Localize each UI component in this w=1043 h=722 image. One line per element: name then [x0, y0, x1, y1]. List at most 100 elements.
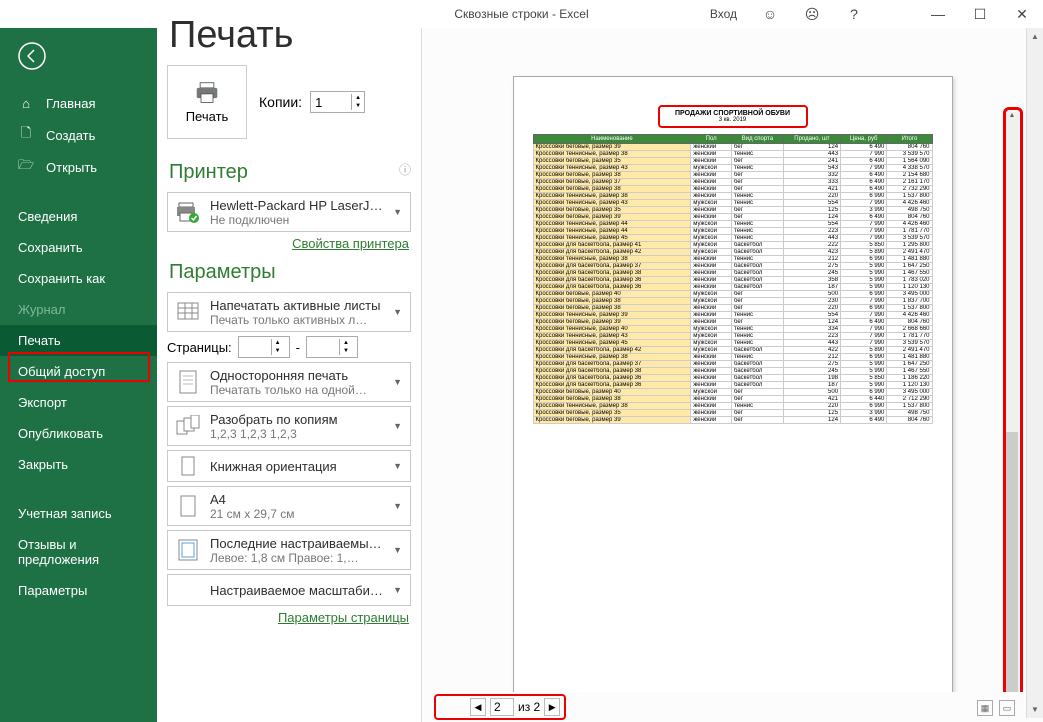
face-smile-icon[interactable]: ☺	[749, 0, 791, 28]
table-row: Кроссовки теннисные, размер 39женскийтен…	[533, 312, 932, 319]
table-row: Кроссовки беговые, размер 35женскийбег12…	[533, 410, 932, 417]
page-from-input[interactable]	[239, 338, 271, 357]
sides-dropdown[interactable]: Односторонняя печатьПечатать только на о…	[167, 362, 411, 402]
spin-down-icon[interactable]: ▼	[352, 102, 364, 110]
sidebar-export[interactable]: Экспорт	[0, 387, 157, 418]
table-row: Кроссовки беговые, размер 40мужскойбег50…	[533, 291, 932, 298]
table-row: Кроссовки теннисные, размер 38женскийтен…	[533, 354, 932, 361]
table-row: Кроссовки беговые, размер 35женскийбег24…	[533, 158, 932, 165]
copies-label: Копии:	[259, 94, 302, 110]
pages-label: Страницы:	[167, 340, 232, 355]
table-row: Кроссовки теннисные, размер 45мужскойтен…	[533, 340, 932, 347]
close-button[interactable]: ✕	[1001, 0, 1043, 28]
table-row: Кроссовки беговые, размер 38женскийбег42…	[533, 186, 932, 193]
table-row: Кроссовки теннисные, размер 38женскийтен…	[533, 256, 932, 263]
page-to-input[interactable]	[307, 338, 339, 357]
margins-dropdown[interactable]: Последние настраиваемы…Левое: 1,8 см Пра…	[167, 530, 411, 570]
sidebar-account[interactable]: Учетная запись	[0, 498, 157, 529]
sidebar-new[interactable]: 🗋Создать	[0, 119, 157, 151]
scroll-thumb[interactable]	[1006, 432, 1018, 692]
table-row: Кроссовки для баскетбола, размер 36женск…	[533, 277, 932, 284]
table-row: Кроссовки для баскетбола, размер 38женск…	[533, 368, 932, 375]
page-from-spinner[interactable]: ▲▼	[238, 336, 290, 358]
sidebar-feedback[interactable]: Отзывы и предложения	[0, 529, 157, 575]
table-row: Кроссовки беговые, размер 39женскийбег12…	[533, 319, 932, 326]
orientation-dropdown[interactable]: Книжная ориентация ▼	[167, 450, 411, 482]
page-setup-link[interactable]: Параметры страницы	[167, 610, 409, 625]
collate-dropdown[interactable]: Разобрать по копиям1,2,3 1,2,3 1,2,3 ▼	[167, 406, 411, 446]
printer-section-title: Принтер	[169, 161, 411, 184]
sidebar-save[interactable]: Сохранить	[0, 232, 157, 263]
print-button[interactable]: Печать	[167, 65, 247, 139]
doc-title-box: ПРОДАЖИ СПОРТИВНОЙ ОБУВИ 3 кв. 2019	[658, 105, 808, 128]
spin-up-icon[interactable]: ▲	[352, 94, 364, 102]
print-preview-pane: ПРОДАЖИ СПОРТИВНОЙ ОБУВИ 3 кв. 2019 Наим…	[421, 28, 1043, 722]
table-row: Кроссовки теннисные, размер 38женскийтен…	[533, 403, 932, 410]
preview-footer: ◀ из 2 ▶ ▦ ▭	[422, 692, 1043, 722]
next-page-button[interactable]: ▶	[544, 698, 560, 716]
info-icon[interactable]: ⓘ	[399, 161, 411, 178]
table-row: Кроссовки теннисные, размер 43мужскойтен…	[533, 333, 932, 340]
preview-table: НаименованиеПолВид спортаПродано, штЦена…	[533, 134, 933, 424]
scroll-up-icon[interactable]: ▲	[1005, 112, 1019, 126]
open-icon: 🗁	[18, 159, 34, 175]
table-row: Кроссовки для баскетбола, размер 38женск…	[533, 270, 932, 277]
sidebar-saveas[interactable]: Сохранить как	[0, 263, 157, 294]
scroll-down-icon[interactable]: ▼	[1027, 701, 1043, 718]
highlight-page-nav: ◀ из 2 ▶	[434, 694, 566, 720]
copies-spinner[interactable]: ▲▼	[310, 91, 365, 113]
titlebar: Сквозные строки - Excel Вход ☺ ☹ ? — ☐ ✕	[0, 0, 1043, 28]
print-settings-panel: Печать Печать Копии: ▲▼ ⓘПринтер Hewlett	[157, 28, 421, 722]
active-sheets-dropdown[interactable]: Напечатать активные листыПечать только а…	[167, 292, 411, 332]
zoom-to-page-button[interactable]: ▭	[999, 700, 1015, 716]
table-row: Кроссовки теннисные, размер 45мужскойтен…	[533, 235, 932, 242]
show-margins-button[interactable]: ▦	[977, 700, 993, 716]
chevron-down-icon: ▼	[391, 545, 404, 555]
table-row: Кроссовки для баскетбола, размер 41мужск…	[533, 242, 932, 249]
prev-page-button[interactable]: ◀	[470, 698, 486, 716]
preview-scrollbar[interactable]: ▲ ▼	[1005, 112, 1019, 692]
table-row: Кроссовки теннисные, размер 38женскийтен…	[533, 151, 932, 158]
sidebar-open[interactable]: 🗁Открыть	[0, 151, 157, 183]
face-sad-icon[interactable]: ☹	[791, 0, 833, 28]
scroll-up-icon[interactable]: ▲	[1027, 28, 1043, 45]
sidebar-share[interactable]: Общий доступ	[0, 356, 157, 387]
printer-status-icon	[174, 200, 202, 224]
new-icon: 🗋	[18, 127, 34, 143]
table-row: Кроссовки беговые, размер 39женскийбег12…	[533, 144, 932, 151]
table-row: Кроссовки беговые, размер 39женскийбег12…	[533, 214, 932, 221]
window-scrollbar[interactable]: ▲ ▼	[1026, 28, 1043, 718]
table-row: Кроссовки беговые, размер 38женскийбег42…	[533, 396, 932, 403]
sidebar-info[interactable]: Сведения	[0, 201, 157, 232]
spacer	[875, 0, 917, 28]
login-link[interactable]: Вход	[698, 7, 749, 21]
minimize-button[interactable]: —	[917, 0, 959, 28]
page-of-label: из 2	[518, 700, 540, 714]
sidebar-publish[interactable]: Опубликовать	[0, 418, 157, 449]
table-row: Кроссовки теннисные, размер 43мужскойтен…	[533, 200, 932, 207]
table-row: Кроссовки теннисные, размер 44мужскойтен…	[533, 228, 932, 235]
sidebar-home[interactable]: ⌂Главная	[0, 87, 157, 119]
table-row: Кроссовки беговые, размер 40мужскойбег50…	[533, 389, 932, 396]
table-row: Кроссовки теннисные, размер 43мужскойтен…	[533, 165, 932, 172]
table-row: Кроссовки для баскетбола, размер 37женск…	[533, 263, 932, 270]
copies-input[interactable]	[311, 93, 351, 112]
printer-dropdown[interactable]: Hewlett-Packard HP LaserJe…Не подключен …	[167, 192, 411, 232]
chevron-down-icon: ▼	[391, 461, 404, 471]
sidebar-close[interactable]: Закрыть	[0, 449, 157, 480]
back-button[interactable]	[0, 38, 157, 87]
sidebar-print[interactable]: Печать	[0, 325, 157, 356]
maximize-button[interactable]: ☐	[959, 0, 1001, 28]
current-page-input[interactable]	[490, 698, 514, 716]
sidebar-options[interactable]: Параметры	[0, 575, 157, 606]
scaling-dropdown[interactable]: Настраиваемое масштаби… ▼	[167, 574, 411, 606]
paper-dropdown[interactable]: A421 см x 29,7 см ▼	[167, 486, 411, 526]
chevron-down-icon: ▼	[391, 377, 404, 387]
home-icon: ⌂	[18, 95, 34, 111]
printer-properties-link[interactable]: Свойства принтера	[167, 236, 409, 251]
chevron-down-icon: ▼	[391, 421, 404, 431]
page-to-spinner[interactable]: ▲▼	[306, 336, 358, 358]
help-icon[interactable]: ?	[833, 0, 875, 28]
table-row: Кроссовки беговые, размер 39женскийбег12…	[533, 417, 932, 424]
page-title: Печать	[169, 14, 411, 57]
